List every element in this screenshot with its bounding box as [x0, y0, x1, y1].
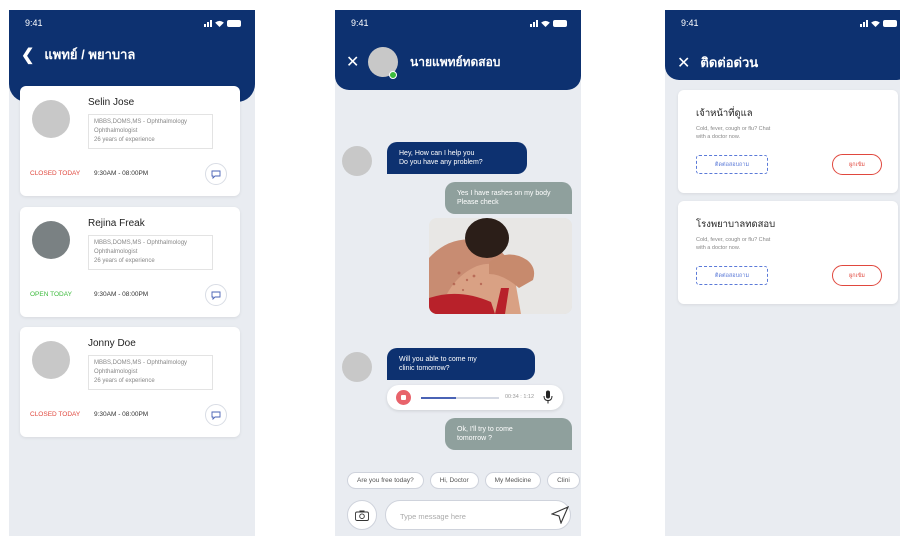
back-icon[interactable]: ❮ — [21, 45, 34, 65]
emergency-screen: 9:41 ✕ ติดต่อด่วน เจ้าหน้าที่ดูแล Cold, … — [665, 10, 900, 536]
doctor-hours: 9:30AM - 08:00PM — [94, 291, 149, 298]
status-badge: CLOSED TODAY — [30, 170, 81, 177]
status-bar: 9:41 — [25, 18, 241, 28]
close-icon[interactable]: ✕ — [677, 53, 690, 73]
doctors-screen: 9:41 ❮ แพทย์ / พยาบาล Selin Jose MBBS,DO… — [9, 10, 255, 536]
avatar — [32, 221, 70, 259]
signal-icon — [860, 19, 868, 27]
stop-icon[interactable] — [396, 390, 411, 405]
doctor-degree: MBBS,DOMS,MS - Ophthalmology — [94, 240, 188, 246]
audio-message[interactable]: 00:34 : 1:12 — [387, 385, 563, 410]
doctor-card[interactable]: Selin Jose MBBS,DOMS,MS - Ophthalmology … — [20, 86, 240, 196]
wifi-icon — [541, 20, 550, 27]
status-badge: OPEN TODAY — [30, 291, 72, 298]
doctor-card[interactable]: Jonny Doe MBBS,DOMS,MS - Ophthalmology O… — [20, 327, 240, 437]
contact-card-title: เจ้าหน้าที่ดูแล — [696, 108, 753, 119]
chat-button[interactable] — [205, 404, 227, 426]
mic-icon[interactable] — [543, 390, 553, 404]
contact-card-desc: Cold, fever, cough or flu? Chat with a d… — [696, 126, 771, 140]
send-icon[interactable] — [551, 506, 569, 524]
chat-icon — [211, 170, 221, 179]
status-bar: 9:41 — [681, 18, 897, 28]
doctor-specialty: Ophthalmologist — [94, 249, 138, 255]
doctor-specialty: Ophthalmologist — [94, 128, 138, 134]
doctor-degree: MBBS,DOMS,MS - Ophthalmology — [94, 119, 188, 125]
wifi-icon — [215, 20, 224, 27]
status-time: 9:41 — [681, 18, 699, 28]
doctor-name: Selin Jose — [88, 97, 135, 108]
rash-photo[interactable] — [429, 218, 572, 314]
message-outgoing: Ok, I'll try to come tomorrow ? — [445, 418, 572, 450]
quick-reply-chip[interactable]: Hi, Doctor — [429, 472, 479, 489]
online-indicator — [389, 71, 397, 79]
battery-icon — [227, 19, 241, 27]
chat-header: 9:41 ✕ นายแพทย์ทดสอบ — [335, 10, 581, 90]
doctor-experience: 26 years of experience — [94, 137, 155, 143]
status-bar: 9:41 — [351, 18, 567, 28]
skin-rash-image — [429, 218, 572, 314]
doctor-name: Rejina Freak — [88, 218, 145, 229]
quick-replies: Are you free today? Hi, Doctor My Medici… — [347, 472, 580, 489]
doctor-info: MBBS,DOMS,MS - Ophthalmology Ophthalmolo… — [88, 235, 213, 270]
avatar — [32, 100, 70, 138]
doctor-specialty: Ophthalmologist — [94, 369, 138, 375]
doctor-degree: MBBS,DOMS,MS - Ophthalmology — [94, 360, 188, 366]
book-button[interactable]: ผูกเข้ม — [832, 265, 882, 286]
message-incoming: Hey, How can I help you Do you have any … — [387, 142, 527, 174]
wifi-icon — [871, 20, 880, 27]
chat-icon — [211, 411, 221, 420]
contact-inquiry-button[interactable]: ติดต่อสอบถาม — [696, 155, 768, 174]
camera-icon — [355, 510, 369, 521]
status-badge: CLOSED TODAY — [30, 411, 81, 418]
emergency-header: 9:41 ✕ ติดต่อด่วน — [665, 10, 900, 80]
book-button[interactable]: ผูกเข้ม — [832, 154, 882, 175]
close-icon[interactable]: ✕ — [346, 52, 359, 72]
message-incoming: Will you able to come my clinic tomorrow… — [387, 348, 535, 380]
chat-icon — [211, 291, 221, 300]
status-time: 9:41 — [25, 18, 43, 28]
camera-button[interactable] — [347, 500, 377, 530]
status-time: 9:41 — [351, 18, 369, 28]
contact-card: โรงพยาบาลทดสอบ Cold, fever, cough or flu… — [678, 201, 898, 304]
battery-icon — [553, 19, 567, 27]
doctor-experience: 26 years of experience — [94, 258, 155, 264]
doctor-hours: 9:30AM - 08:00PM — [94, 170, 149, 177]
chat-button[interactable] — [205, 284, 227, 306]
audio-time: 00:34 : 1:12 — [505, 394, 535, 400]
message-outgoing: Yes I have rashes on my body Please chec… — [445, 182, 572, 214]
contact-card-desc: Cold, fever, cough or flu? Chat with a d… — [696, 237, 771, 251]
chat-screen: 9:41 ✕ นายแพทย์ทดสอบ Hey, How can I help… — [335, 10, 581, 536]
doctor-info: MBBS,DOMS,MS - Ophthalmology Ophthalmolo… — [88, 355, 213, 390]
battery-icon — [883, 19, 897, 27]
doctor-card[interactable]: Rejina Freak MBBS,DOMS,MS - Ophthalmolog… — [20, 207, 240, 317]
avatar — [342, 352, 372, 382]
message-input-bar: Type message here — [335, 494, 581, 536]
signal-icon — [204, 19, 212, 27]
quick-reply-chip[interactable]: My Medicine — [484, 472, 542, 489]
doctor-info: MBBS,DOMS,MS - Ophthalmology Ophthalmolo… — [88, 114, 213, 149]
contact-card: เจ้าหน้าที่ดูแล Cold, fever, cough or fl… — [678, 90, 898, 193]
doctor-name: Jonny Doe — [88, 338, 136, 349]
signal-icon — [530, 19, 538, 27]
contact-inquiry-button[interactable]: ติดต่อสอบถาม — [696, 266, 768, 285]
avatar — [32, 341, 70, 379]
page-title: แพทย์ / พยาบาล — [44, 47, 136, 62]
avatar — [342, 146, 372, 176]
quick-reply-chip[interactable]: Are you free today? — [347, 472, 424, 489]
page-title: ติดต่อด่วน — [700, 55, 759, 70]
contact-name: นายแพทย์ทดสอบ — [410, 55, 501, 69]
doctor-experience: 26 years of experience — [94, 378, 155, 384]
chat-button[interactable] — [205, 163, 227, 185]
contact-card-title: โรงพยาบาลทดสอบ — [696, 219, 776, 230]
audio-progress[interactable] — [421, 397, 499, 399]
message-input[interactable]: Type message here — [385, 500, 571, 530]
doctor-hours: 9:30AM - 08:00PM — [94, 411, 149, 418]
quick-reply-chip[interactable]: Clini — [547, 472, 580, 489]
